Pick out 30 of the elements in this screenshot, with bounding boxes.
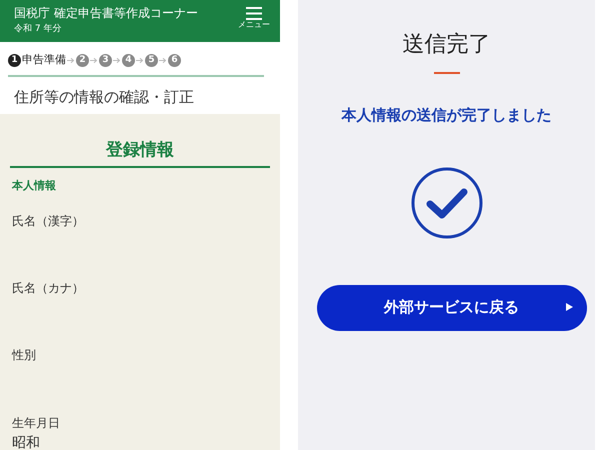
step-number: 6 <box>168 54 181 67</box>
step-number: 5 <box>145 54 158 67</box>
arrow-icon <box>113 56 121 64</box>
app-title: 国税庁 確定申告書等作成コーナー <box>14 5 198 22</box>
field-label: 氏名（カナ） <box>12 280 85 297</box>
arrow-icon <box>67 56 75 64</box>
arrow-icon <box>159 56 167 64</box>
step-number: 2 <box>76 54 89 67</box>
arrow-icon <box>90 56 98 64</box>
tax-year: 令和 7 年分 <box>14 22 62 36</box>
return-button[interactable]: 外部サービスに戻る <box>316 284 586 330</box>
check-icon <box>410 166 482 238</box>
arrow-icon <box>136 56 144 64</box>
field-value: 昭和 <box>12 434 41 450</box>
page-title: 住所等の情報の確認・訂正 <box>14 86 195 108</box>
play-icon <box>566 302 572 310</box>
field-label: 性別 <box>12 347 37 364</box>
accent-bar <box>434 72 460 74</box>
section-heading: 登録情報 <box>10 138 270 168</box>
field-label: 生年月日 <box>12 415 61 432</box>
step-number: 4 <box>122 54 135 67</box>
menu-icon <box>246 7 262 20</box>
status-message: 本人情報の送信が完了しました <box>342 105 552 126</box>
step-number: 1 <box>8 54 21 67</box>
step-label: 申告準備 <box>22 52 66 68</box>
step-number: 3 <box>99 54 112 67</box>
menu-button[interactable]: メニュー <box>238 7 270 42</box>
field-label: 氏名（漢字） <box>12 213 85 230</box>
subsection-heading: 本人情報 <box>12 178 57 194</box>
page-title: 送信完了 <box>402 31 490 59</box>
